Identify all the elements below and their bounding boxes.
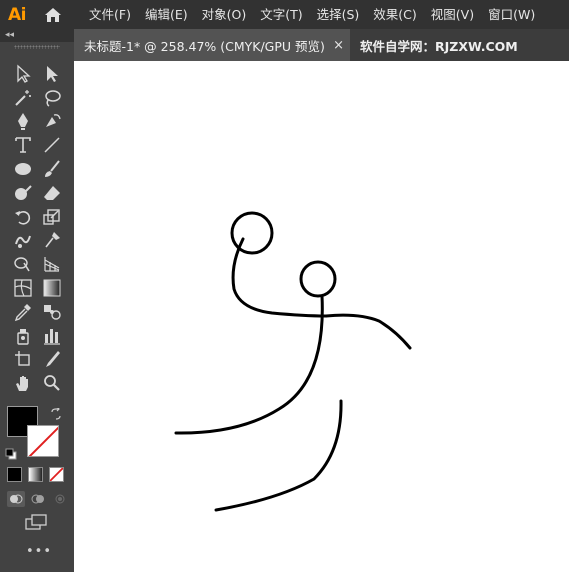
- eraser-tool-icon[interactable]: [37, 181, 66, 205]
- more-tools-icon[interactable]: •••: [26, 544, 52, 559]
- rotate-tool-icon[interactable]: [8, 205, 37, 229]
- color-mode-buttons: [7, 467, 64, 482]
- mesh-tool-icon[interactable]: [8, 276, 37, 300]
- shaper-tool-icon[interactable]: [8, 181, 37, 205]
- type-tool-icon[interactable]: [8, 133, 37, 157]
- tab-document-title: 未标题-1* @ 258.47% (CMYK/GPU 预览): [84, 38, 325, 54]
- menu-effect[interactable]: 效果(C): [366, 0, 423, 29]
- line-segment-tool-icon[interactable]: [37, 133, 66, 157]
- scale-tool-icon[interactable]: [37, 205, 66, 229]
- panel-grip[interactable]: [14, 45, 60, 49]
- tools-panel-header: ◂◂: [0, 29, 74, 42]
- warp-tool-icon[interactable]: [8, 229, 37, 253]
- none-mode-button[interactable]: [49, 467, 64, 482]
- menu-view[interactable]: 视图(V): [424, 0, 481, 29]
- tab-document[interactable]: 未标题-1* @ 258.47% (CMYK/GPU 预览) ×: [74, 29, 350, 61]
- draw-mode-buttons: [7, 491, 69, 507]
- menu-bar: Ai 文件(F) 编辑(E) 对象(O) 文字(T) 选择(S) 效果(C) 视…: [0, 0, 569, 29]
- collapse-panel-icon[interactable]: ◂◂: [5, 29, 14, 42]
- color-mode-button[interactable]: [7, 467, 22, 482]
- pen-tool-icon[interactable]: [8, 110, 37, 134]
- menu-edit[interactable]: 编辑(E): [138, 0, 195, 29]
- tools-panel: ◂◂ •••: [0, 29, 74, 572]
- menu-file[interactable]: 文件(F): [82, 0, 138, 29]
- column-graph-tool-icon[interactable]: [37, 324, 66, 348]
- figure-leg-curve: [214, 399, 343, 512]
- lasso-tool-icon[interactable]: [37, 86, 66, 110]
- figure-arm-extended: [324, 313, 412, 350]
- figure-head-right: [299, 260, 337, 298]
- app-logo: Ai: [8, 4, 26, 25]
- artboard-canvas[interactable]: [74, 61, 569, 572]
- blend-tool-icon[interactable]: [37, 300, 66, 324]
- home-icon[interactable]: [44, 6, 64, 24]
- swap-colors-icon[interactable]: [50, 405, 62, 420]
- artboard-tool-icon[interactable]: [8, 348, 37, 372]
- watermark-text: 软件自学网：RJZXW.COM: [360, 38, 518, 54]
- menu-window[interactable]: 窗口(W): [481, 0, 542, 29]
- magic-wand-tool-icon[interactable]: [8, 86, 37, 110]
- gradient-mode-button[interactable]: [28, 467, 43, 482]
- color-controls: [0, 401, 74, 511]
- zoom-tool-icon[interactable]: [37, 371, 66, 395]
- curvature-tool-icon[interactable]: [37, 110, 66, 134]
- menu-select[interactable]: 选择(S): [310, 0, 367, 29]
- direct-selection-tool-icon[interactable]: [37, 62, 66, 86]
- draw-inside-icon[interactable]: [51, 491, 69, 507]
- stick-figure-drawing: [174, 211, 412, 512]
- screen-mode-icon[interactable]: [25, 514, 47, 530]
- symbol-sprayer-tool-icon[interactable]: [8, 324, 37, 348]
- hand-tool-icon[interactable]: [8, 371, 37, 395]
- menu-type[interactable]: 文字(T): [253, 0, 309, 29]
- ellipse-tool-icon[interactable]: [8, 157, 37, 181]
- shape-builder-tool-icon[interactable]: [8, 252, 37, 276]
- tab-watermark: 软件自学网：RJZXW.COM: [350, 29, 518, 61]
- draw-behind-icon[interactable]: [29, 491, 47, 507]
- draw-normal-icon[interactable]: [7, 491, 25, 507]
- tab-close-icon[interactable]: ×: [333, 38, 344, 53]
- stroke-swatch[interactable]: [27, 425, 59, 457]
- figure-arm-raised: [231, 237, 328, 318]
- menu-object[interactable]: 对象(O): [195, 0, 254, 29]
- selection-tool-icon[interactable]: [8, 62, 37, 86]
- paintbrush-tool-icon[interactable]: [37, 157, 66, 181]
- puppet-warp-tool-icon[interactable]: [37, 229, 66, 253]
- document-tab-bar: 未标题-1* @ 258.47% (CMYK/GPU 预览) × 软件自学网：R…: [74, 29, 569, 61]
- gradient-tool-icon[interactable]: [37, 276, 66, 300]
- menu-items: 文件(F) 编辑(E) 对象(O) 文字(T) 选择(S) 效果(C) 视图(V…: [82, 0, 542, 29]
- tool-grid: [8, 62, 66, 395]
- default-colors-icon[interactable]: [5, 445, 17, 460]
- perspective-grid-tool-icon[interactable]: [37, 252, 66, 276]
- slice-tool-icon[interactable]: [37, 348, 66, 372]
- eyedropper-tool-icon[interactable]: [8, 300, 37, 324]
